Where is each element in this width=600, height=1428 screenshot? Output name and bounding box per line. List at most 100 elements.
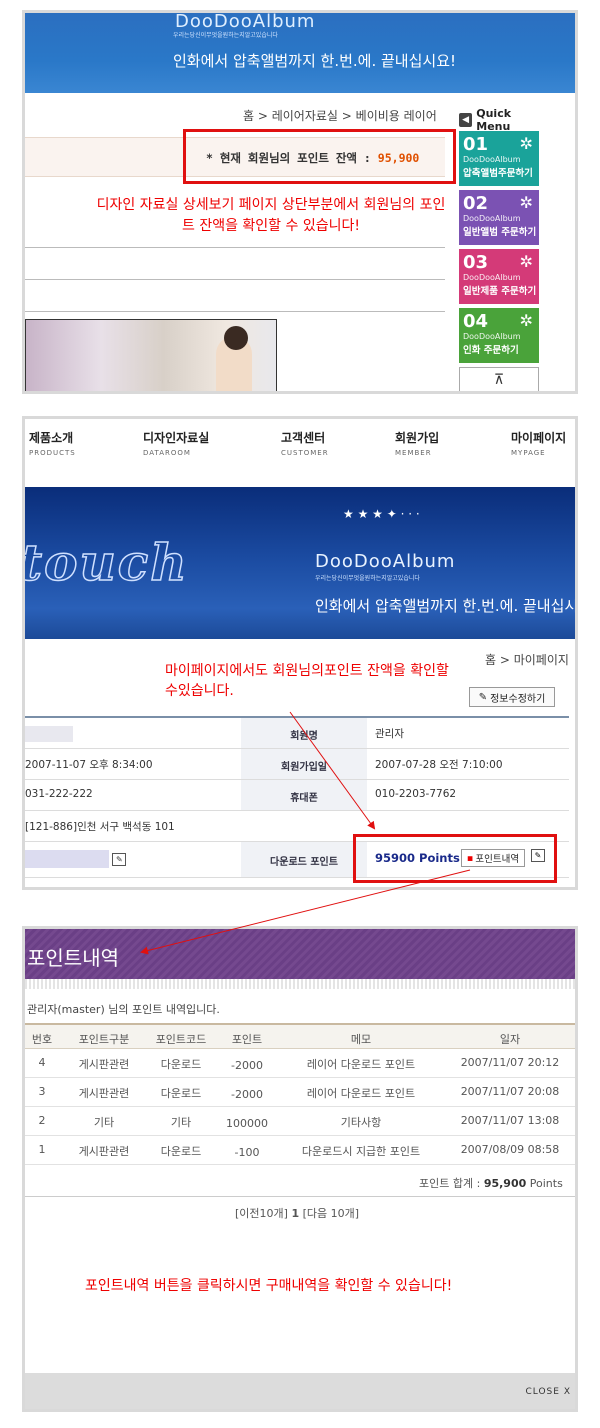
mypage-panel: 제품소개 PRODUCTS 디자인자료실 DATAROOM 고객센터 CUSTOMER… [22,416,578,890]
flower-icon: ✲ [519,134,533,153]
field-label: 다운로드 포인트 [241,842,367,877]
nav-label: 디자인자료실 [143,431,210,445]
table-row: 1 게시판관련 다운로드 -100 다운로드시 지급한 포인트 2007/08/09 08… [25,1136,575,1165]
flower-icon: ✲ [519,252,533,271]
flower-icon: ✲ [519,193,533,212]
highlight-box [353,834,557,883]
stars-icon: ★ ★ ★ ✦ · · · [343,507,420,521]
quick-menu-item-1[interactable]: 01 ✲ DooDooAlbum 압축앨범주문하기 [459,131,539,186]
quick-menu-brand: DooDooAlbum [463,155,521,164]
prev-page-link[interactable]: [이전10개] [235,1207,288,1220]
table-cell: 다운로드 [160,1087,202,1100]
nav-item-member[interactable]: 회원가입 MEMBER [395,429,439,457]
banner-slogan: 인화에서 압축앨범까지 한.번.에. 끝내십시요. [315,597,578,615]
flower-icon: ✲ [519,311,533,330]
quick-menu-brand: DooDooAlbum [463,214,521,223]
page-title: 포인트내역 [27,946,119,970]
nav-item-products[interactable]: 제품소개 PRODUCTS [29,429,76,457]
table-cell: 2007/08/09 08:58 [460,1143,560,1156]
quick-menu-item-3[interactable]: 03 ✲ DooDooAlbum 일반제품 주문하기 [459,249,539,304]
layer-preview-image[interactable] [25,319,277,391]
table-cell: 다운로드시 지급한 포인트 [301,1145,421,1158]
field-value: 2007-11-07 오후 8:34:00 [25,759,153,771]
masked-value [25,850,109,868]
breadcrumb: 홈 > 마이페이지 [485,653,569,667]
column-header: 메모 [350,1033,372,1046]
masked-value [25,726,73,742]
banner-slogan: 인화에서 압축앨범까지 한.번.에. 끝내십시요! [173,52,457,70]
column-header: 일자 [499,1033,521,1046]
highlight-box [183,129,456,184]
main-nav: 제품소개 PRODUCTS 디자인자료실 DATAROOM 고객센터 CUSTOMER… [25,429,575,469]
site-logo[interactable]: DooDooAlbum [315,551,455,572]
nav-label: 고객센터 [281,431,326,445]
table-cell: 레이어 다운로드 포인트 [306,1087,416,1100]
nav-item-mypage[interactable]: 마이페이지 MYPAGE [511,429,566,457]
point-total-label: 포인트 합계 : [419,1177,481,1190]
table-cell: -2000 [231,1088,263,1101]
next-page-link[interactable]: [다음 10개] [303,1207,359,1220]
divider [25,247,445,248]
point-history-panel: 포인트내역 관리자(master) 님의 포인트 내역입니다. 번호 포인트구분… [22,926,578,1412]
decorative-border [25,979,575,989]
table-row: 4 게시판관련 다운로드 -2000 레이어 다운로드 포인트 2007/11/07 20… [25,1049,575,1078]
table-cell: 게시판관련 [78,1087,130,1100]
point-total-value: 95,900 [483,1177,527,1190]
table-cell: 다운로드 [160,1145,202,1158]
nav-item-customer[interactable]: 고객센터 CUSTOMER [281,429,329,457]
close-button[interactable]: CLOSE X [526,1387,572,1397]
annotation-note: 디자인 자료실 상세보기 페이지 상단부분에서 회원님의 포인트 잔액을 확인할… [96,197,446,234]
table-cell: 2007/11/07 13:08 [460,1114,560,1127]
edit-icon[interactable]: ✎ [112,852,127,866]
field-value: 031-222-222 [25,788,93,800]
cart-icon[interactable]: ⊼ [459,367,539,391]
quick-menu-label: 인화 주문하기 [463,345,519,356]
nav-label: 마이페이지 [511,431,567,445]
column-header: 포인트 [231,1033,263,1046]
table-cell: 기타 [93,1116,115,1129]
quick-menu-title: Quick Menu [476,107,512,133]
field-label: 휴대폰 [241,780,367,810]
table-cell: 4 [38,1056,46,1069]
quick-menu: ◀ Quick Menu 01 ✲ DooDooAlbum 압축앨범주문하기 02 ✲ Doo… [459,107,545,391]
quick-menu-item-2[interactable]: 02 ✲ DooDooAlbum 일반앨범 주문하기 [459,190,539,245]
nav-sublabel: PRODUCTS [29,449,76,457]
quick-menu-item-4[interactable]: 04 ✲ DooDooAlbum 인화 주문하기 [459,308,539,363]
current-page[interactable]: 1 [291,1207,299,1220]
table-header: 번호 포인트구분 포인트코드 포인트 메모 일자 [25,1023,575,1049]
nav-sublabel: MYPAGE [511,449,546,457]
point-history-header: 포인트내역 [25,929,575,981]
logo-tagline: 우리는당신이무엇을원하는지알고있습니다 [315,575,420,582]
column-header: 포인트코드 [155,1033,207,1046]
pencil-icon: ✎ [478,691,488,703]
divider [25,279,445,280]
table-cell: 100000 [226,1117,268,1130]
nav-label: 제품소개 [29,431,74,445]
table-cell: -100 [234,1146,260,1159]
table-cell: 3 [38,1085,46,1098]
main-banner: touch ★ ★ ★ ✦ · · · DooDooAlbum 우리는당신이무엇… [25,487,575,639]
quick-menu-brand: DooDooAlbum [463,273,521,282]
table-row: 3 게시판관련 다운로드 -2000 레이어 다운로드 포인트 2007/11/07 20… [25,1078,575,1107]
quick-menu-label: 압축앨범주문하기 [463,168,533,179]
table-cell: 기타사항 [340,1116,382,1129]
top-banner: DooDooAlbum 우리는당신이무엇을원하는지알고있습니다 인화에서 압축앨… [25,13,575,93]
table-row: 031-222-222 휴대폰 010-2203-7762 [25,780,569,811]
table-cell: 다운로드 [160,1058,202,1071]
point-history-table: 번호 포인트구분 포인트코드 포인트 메모 일자 4 게시판관련 다운로드 -2000… [25,1023,575,1165]
table-row: 2 기타 기타 100000 기타사항 2007/11/07 13:08 [25,1107,575,1136]
field-label: 회원명 [241,718,367,748]
edit-info-label: 정보수정하기 [490,693,546,705]
edit-info-button[interactable]: ✎ 정보수정하기 [469,687,555,707]
site-logo[interactable]: DooDooAlbum [175,13,315,32]
point-total: 포인트 합계 : 95,900 Points [419,1175,563,1191]
point-total-unit: Points [529,1177,563,1190]
table-row: 2007-11-07 오후 8:34:00 회원가입일 2007-07-28 오전 … [25,749,569,780]
table-cell: 게시판관련 [78,1145,130,1158]
table-cell: 기타 [170,1116,192,1129]
quick-menu-label: 일반앨범 주문하기 [463,227,537,238]
divider [25,1196,575,1197]
design-room-panel: DooDooAlbum 우리는당신이무엇을원하는지알고있습니다 인화에서 압축앨… [22,10,578,394]
nav-item-dataroom[interactable]: 디자인자료실 DATAROOM [143,429,209,457]
table-cell: 레이어 다운로드 포인트 [306,1058,416,1071]
